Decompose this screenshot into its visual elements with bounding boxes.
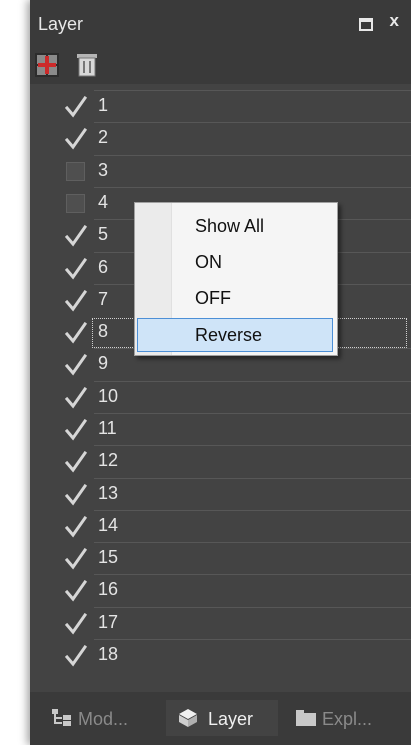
layer-visibility-checkbox[interactable] bbox=[65, 548, 87, 570]
tab-model[interactable]: Mod... bbox=[46, 700, 166, 736]
layer-row-line bbox=[94, 510, 411, 543]
layer-row[interactable]: 15 bbox=[30, 542, 411, 574]
layer-row-line bbox=[94, 413, 411, 446]
layer-visibility-checkbox[interactable] bbox=[65, 96, 87, 118]
layer-row-line bbox=[94, 381, 411, 414]
layer-row-line bbox=[94, 122, 411, 155]
tab-model-label: Mod... bbox=[78, 709, 129, 729]
close-icon[interactable]: x bbox=[390, 11, 399, 31]
layer-row-line bbox=[94, 607, 411, 640]
layer-visibility-checkbox[interactable] bbox=[65, 290, 87, 312]
layer-row[interactable]: 1 bbox=[30, 90, 411, 122]
context-menu: Show All ON OFF Reverse bbox=[134, 202, 338, 356]
layer-row-line bbox=[94, 445, 411, 478]
menu-item-on[interactable]: ON bbox=[137, 245, 333, 279]
restore-window-icon[interactable] bbox=[359, 18, 373, 31]
layer-row-line bbox=[94, 155, 411, 188]
layer-row-line bbox=[94, 574, 411, 607]
layer-visibility-checkbox[interactable] bbox=[65, 354, 87, 376]
model-tree-icon bbox=[52, 709, 71, 726]
menu-item-label: ON bbox=[195, 252, 222, 272]
layer-toolbar bbox=[30, 46, 411, 84]
layer-label: 16 bbox=[98, 579, 119, 599]
layer-visibility-checkbox[interactable] bbox=[65, 419, 87, 441]
layer-row[interactable]: 10 bbox=[30, 381, 411, 413]
add-layer-icon[interactable] bbox=[34, 52, 60, 78]
layer-label: 13 bbox=[98, 483, 119, 503]
layer-panel: Layer x 1 2 3 4 5 6 7 8 9 10 11 12 13 14 15 16 bbox=[30, 0, 411, 745]
layer-label: 10 bbox=[98, 386, 119, 406]
layer-visibility-checkbox[interactable] bbox=[65, 645, 87, 667]
layer-visibility-checkbox[interactable] bbox=[65, 225, 87, 247]
tab-layer[interactable]: Layer bbox=[166, 700, 278, 736]
layer-label: 9 bbox=[98, 353, 109, 373]
layer-visibility-checkbox[interactable] bbox=[66, 194, 85, 213]
layer-row[interactable]: 3 bbox=[30, 155, 411, 187]
menu-item-label: Show All bbox=[195, 216, 265, 236]
layer-label: 4 bbox=[98, 192, 109, 212]
layer-label: 1 bbox=[98, 95, 109, 115]
layer-label: 5 bbox=[98, 224, 109, 244]
menu-item-label: OFF bbox=[195, 288, 231, 308]
layer-row[interactable]: 16 bbox=[30, 574, 411, 606]
delete-layer-icon[interactable] bbox=[74, 52, 100, 78]
layer-label: 18 bbox=[98, 644, 119, 664]
layer-list: 1 2 3 4 5 6 7 8 9 10 11 12 13 14 15 16 17 18 bbox=[30, 90, 411, 680]
tab-explorer[interactable]: Expl... bbox=[286, 700, 406, 736]
panel-titlebar: Layer x bbox=[30, 0, 411, 46]
layer-label: 8 bbox=[98, 321, 109, 341]
layer-label: 3 bbox=[98, 160, 109, 180]
layer-visibility-checkbox[interactable] bbox=[65, 613, 87, 635]
menu-item-reverse[interactable]: Reverse bbox=[137, 318, 333, 352]
layer-visibility-checkbox[interactable] bbox=[65, 387, 87, 409]
layer-label: 17 bbox=[98, 612, 119, 632]
layer-row-line bbox=[94, 639, 411, 672]
layer-row[interactable]: 11 bbox=[30, 413, 411, 445]
layer-row-line bbox=[94, 542, 411, 575]
layer-label: 6 bbox=[98, 257, 109, 277]
layer-visibility-checkbox[interactable] bbox=[66, 162, 85, 181]
panel-title: Layer bbox=[38, 14, 84, 34]
menu-item-show-all[interactable]: Show All bbox=[137, 209, 333, 243]
layer-label: 7 bbox=[98, 289, 109, 309]
layer-visibility-checkbox[interactable] bbox=[65, 128, 87, 150]
layer-row[interactable]: 12 bbox=[30, 445, 411, 477]
layer-visibility-checkbox[interactable] bbox=[65, 451, 87, 473]
layer-visibility-checkbox[interactable] bbox=[65, 484, 87, 506]
bottom-tab-bar: Mod... Layer Expl... bbox=[30, 692, 411, 745]
tab-layer-label: Layer bbox=[208, 709, 254, 729]
layer-label: 11 bbox=[98, 418, 117, 438]
layer-visibility-checkbox[interactable] bbox=[65, 258, 87, 280]
menu-item-label: Reverse bbox=[195, 325, 263, 345]
layer-cube-icon bbox=[179, 709, 197, 727]
layer-row[interactable]: 2 bbox=[30, 122, 411, 154]
layer-row[interactable]: 13 bbox=[30, 478, 411, 510]
layer-label: 15 bbox=[98, 547, 119, 567]
layer-visibility-checkbox[interactable] bbox=[65, 322, 87, 344]
layer-label: 2 bbox=[98, 127, 109, 147]
layer-label: 12 bbox=[98, 450, 119, 470]
tab-explorer-label: Expl... bbox=[322, 709, 373, 729]
layer-row[interactable]: 18 bbox=[30, 639, 411, 671]
layer-visibility-checkbox[interactable] bbox=[65, 516, 87, 538]
folder-icon bbox=[296, 710, 316, 726]
layer-label: 14 bbox=[98, 515, 119, 535]
layer-visibility-checkbox[interactable] bbox=[65, 580, 87, 602]
menu-item-off[interactable]: OFF bbox=[137, 281, 333, 315]
layer-row-line bbox=[94, 478, 411, 511]
layer-row[interactable]: 17 bbox=[30, 607, 411, 639]
layer-row[interactable]: 14 bbox=[30, 510, 411, 542]
layer-row-line bbox=[94, 90, 411, 123]
